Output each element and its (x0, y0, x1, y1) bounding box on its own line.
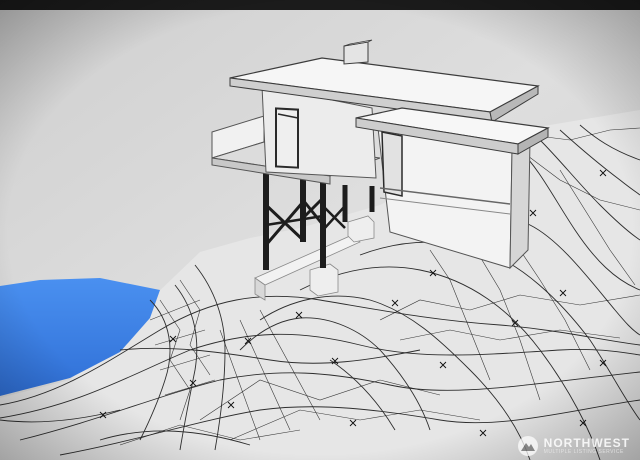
watermark-text: NORTHWEST MULTIPLE LISTING SERVICE (544, 437, 630, 455)
watermark-brand: NORTHWEST (543, 436, 630, 450)
3d-site-model (0, 0, 640, 460)
model-viewport: NORTHWEST MULTIPLE LISTING SERVICE (0, 0, 640, 460)
watermark-sub: MULTIPLE LISTING SERVICE (543, 449, 624, 455)
vignette (0, 0, 640, 460)
mountain-icon (517, 436, 538, 456)
watermark: NORTHWEST MULTIPLE LISTING SERVICE (517, 436, 630, 456)
